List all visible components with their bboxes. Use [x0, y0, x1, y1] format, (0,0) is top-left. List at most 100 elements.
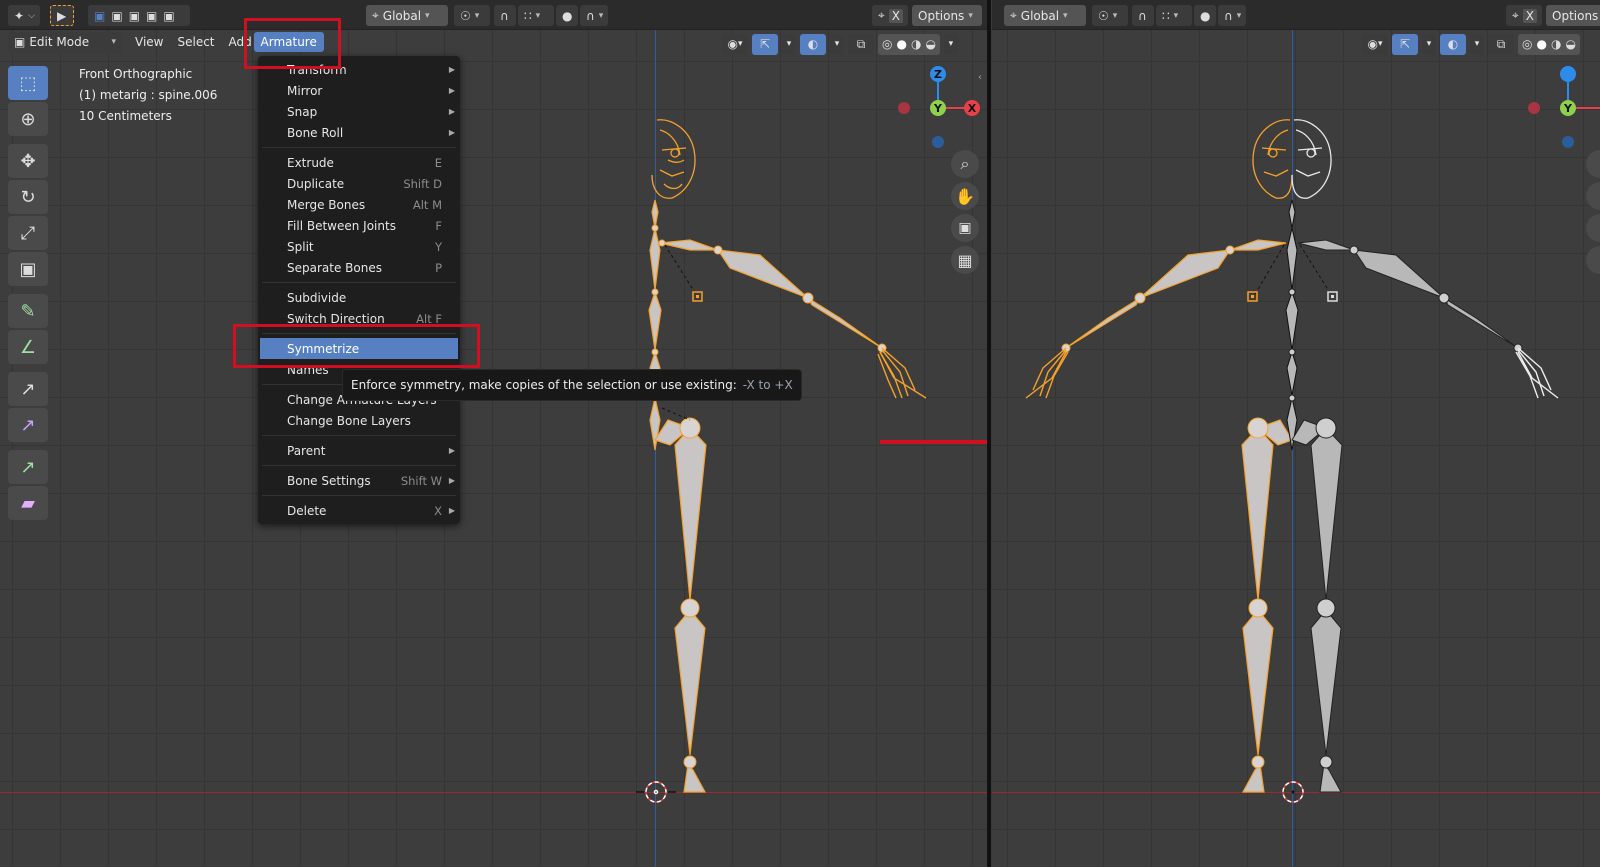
menu-item-bone-roll[interactable]: Bone Roll ▶	[258, 122, 460, 143]
menu-item-merge-bones[interactable]: Merge Bones Alt M	[258, 194, 460, 215]
gizmo-toggle[interactable]: ⇱	[752, 33, 778, 55]
annotation-box-armature-menu	[244, 18, 341, 69]
shading-modes[interactable]: ◎ ● ◑ ◒	[1518, 33, 1580, 55]
camera-view-button[interactable]: ▣	[951, 214, 979, 242]
zoom-button[interactable]: ⌕	[951, 150, 979, 178]
armature-skeleton[interactable]	[0, 0, 988, 867]
overlays-toggle[interactable]: ◐	[1440, 33, 1466, 55]
overlays-dropdown[interactable]: ▾	[830, 33, 844, 55]
xray-icon: ⧉	[1496, 36, 1506, 51]
menu-item-parent[interactable]: Parent ▶	[258, 440, 460, 461]
menu-item-duplicate[interactable]: Duplicate Shift D	[258, 173, 460, 194]
menu-item-separate-bones[interactable]: Separate Bones P	[258, 257, 460, 278]
roll-tool[interactable]: ↗	[8, 372, 48, 406]
armature-skeleton-symmetrized[interactable]	[992, 0, 1600, 867]
xray-toggle[interactable]: ⌖ X	[1506, 5, 1542, 26]
navigation-gizmo[interactable]: Y	[1520, 62, 1600, 162]
menu-item-label: Subdivide	[287, 290, 347, 305]
menu-select[interactable]: Select	[170, 32, 221, 52]
transform-tool[interactable]: ▣	[8, 252, 48, 286]
overlays-toggle[interactable]: ◐	[800, 33, 826, 55]
proportional-icon: ●	[562, 8, 573, 23]
menu-view[interactable]: View	[128, 32, 170, 52]
menu-item-shortcut: X	[434, 503, 442, 518]
menu-item-snap[interactable]: Snap ▶	[258, 101, 460, 122]
object-visibility-dropdown[interactable]: ◉ ▾	[722, 33, 748, 55]
menu-item-split[interactable]: Split Y	[258, 236, 460, 257]
proportional-edit-toggle[interactable]: ●	[556, 5, 578, 26]
pivot-point-dropdown[interactable]: ☉ ▾	[1092, 5, 1128, 26]
rotate-tool[interactable]: ↻	[8, 180, 48, 214]
options-dropdown[interactable]: Options	[1546, 5, 1600, 26]
pivot-icon: ☉	[460, 8, 471, 23]
selection-mode-buttons[interactable]: ▣ ▣ ▣ ▣ ▣	[88, 5, 190, 26]
menu-item-change-bone-layers[interactable]: Change Bone Layers	[258, 410, 460, 431]
move-icon: ✥	[20, 150, 36, 172]
material-shading-icon: ◑	[1550, 37, 1562, 51]
overlays-dropdown[interactable]: ▾	[1470, 33, 1484, 55]
perspective-toggle-button[interactable]: ▦	[951, 246, 979, 274]
xray-button[interactable]: ⧉	[848, 33, 874, 55]
options-dropdown[interactable]: Options ▾	[912, 5, 982, 26]
camera-icon: ▣	[958, 220, 972, 236]
scale-tool[interactable]: ⤢	[8, 216, 48, 250]
gizmo-dropdown[interactable]: ▾	[782, 33, 796, 55]
bone-size-tool[interactable]: ↗	[8, 408, 48, 442]
3d-cursor	[636, 781, 676, 803]
gizmo-icon: ⇱	[1399, 37, 1411, 51]
menu-item-shortcut: Shift D	[403, 176, 442, 191]
falloff-dropdown[interactable]: ∩ ▾	[580, 5, 608, 26]
3d-cursor-icon: ⊕	[20, 108, 36, 130]
snap-toggle[interactable]: ∩	[1132, 5, 1154, 26]
wireframe-shading-icon: ◎	[1522, 37, 1533, 51]
extrude-tool[interactable]: ↗	[8, 450, 48, 484]
3d-cursor	[1282, 781, 1304, 803]
shading-modes[interactable]: ◎ ● ◑ ◒	[878, 33, 940, 55]
right-viewport[interactable]: ⌖ Global ▾ ☉ ▾ ∩ ∷ ▾ ● ∩ ▾ ⌖ X Options ◉ ▾ ⇱…	[992, 0, 1600, 867]
cursor-tool[interactable]: ⊕	[8, 102, 48, 136]
menu-item-fill-between-joints[interactable]: Fill Between Joints F	[258, 215, 460, 236]
measure-tool[interactable]: ∠	[8, 330, 48, 364]
annotate-tool[interactable]: ✎	[8, 294, 48, 328]
menu-item-bone-settings[interactable]: Bone Settings Shift W ▶	[258, 470, 460, 491]
falloff-curve-icon: ∩	[1224, 8, 1233, 23]
mode-dropdown[interactable]: ▣ Edit Mode ▾	[8, 31, 122, 53]
menu-item-delete[interactable]: Delete X ▶	[258, 500, 460, 521]
snap-target-dropdown[interactable]: ∷ ▾	[1156, 5, 1192, 26]
menu-item-extrude[interactable]: Extrude E	[258, 152, 460, 173]
proportional-edit-toggle[interactable]: ●	[1194, 5, 1216, 26]
snap-target-dropdown[interactable]: ∷ ▾	[518, 5, 554, 26]
pivot-point-dropdown[interactable]: ☉ ▾	[454, 5, 490, 26]
menu-item-shortcut: F	[435, 218, 442, 233]
bone-envelope-tool[interactable]: ▰	[8, 486, 48, 520]
magnet-icon: ∩	[1138, 8, 1147, 23]
falloff-dropdown[interactable]: ∩ ▾	[1218, 5, 1246, 26]
submenu-arrow-icon: ▶	[448, 65, 455, 74]
menu-item-label: Fill Between Joints	[287, 218, 396, 233]
gizmo-icon: ⇱	[759, 37, 771, 51]
object-visibility-dropdown[interactable]: ◉ ▾	[1362, 33, 1388, 55]
transform-orientation-dropdown[interactable]: ⌖ Global ▾	[1004, 5, 1086, 26]
editor-type-button[interactable]: ✦ ⌵	[8, 5, 40, 26]
select-tool-button[interactable]: ▶	[50, 5, 74, 26]
menu-item-shortcut: Alt M	[412, 197, 442, 212]
shading-dropdown[interactable]: ▾	[943, 33, 958, 55]
select-box-tool[interactable]: ⬚	[8, 66, 48, 100]
gizmo-dropdown[interactable]: ▾	[1422, 33, 1436, 55]
move-tool[interactable]: ✥	[8, 144, 48, 178]
navigation-gizmo[interactable]: Z X Y	[890, 62, 988, 162]
gizmo-toggle[interactable]: ⇱	[1392, 33, 1418, 55]
menu-item-subdivide[interactable]: Subdivide	[258, 287, 460, 308]
zoom-icon: ⌕	[960, 154, 970, 173]
options-label: Options	[918, 8, 965, 23]
sidebar-collapse-arrow[interactable]: ‹	[978, 72, 982, 83]
scale-icon: ⤢	[20, 222, 36, 244]
xray-toggle[interactable]: ⌖ X	[872, 5, 908, 26]
snap-toggle[interactable]: ∩	[494, 5, 516, 26]
orientation-label: Global	[1020, 8, 1060, 23]
left-viewport[interactable]: ✦ ⌵ ▶ ▣ ▣ ▣ ▣ ▣ ⌖ Global ▾ ☉ ▾ ∩ ∷ ▾ ● ∩…	[0, 0, 988, 867]
xray-button[interactable]: ⧉	[1488, 33, 1514, 55]
transform-orientation-dropdown[interactable]: ⌖ Global ▾	[366, 5, 448, 26]
menu-item-mirror[interactable]: Mirror ▶	[258, 80, 460, 101]
pan-button[interactable]: ✋	[951, 182, 979, 210]
